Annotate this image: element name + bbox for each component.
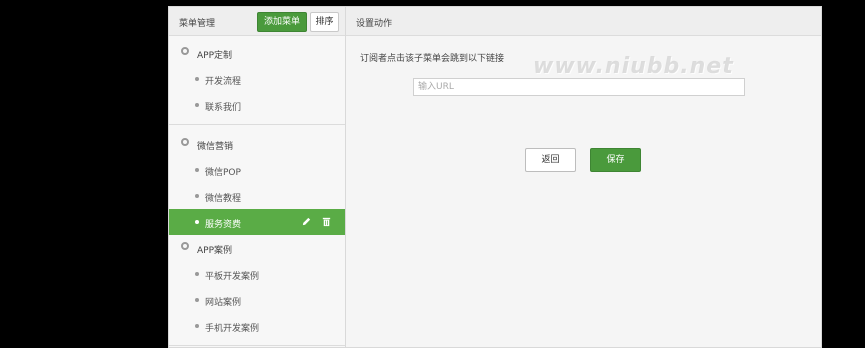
menu-sidebar: 菜单管理 添加菜单 排序 APP定制 开发流程 联系我们 微信营销 微信POP …: [169, 7, 346, 347]
url-input[interactable]: [413, 78, 745, 96]
edit-icon[interactable]: [301, 216, 312, 227]
menu-group-wechat-marketing: 微信营销 微信POP 微信教程 服务资费: [169, 131, 345, 235]
menu-item[interactable]: 网站案例: [169, 287, 345, 313]
menu-group-label: APP定制: [197, 51, 233, 61]
bullet-icon: [195, 298, 199, 302]
menu-item-label: 微信POP: [205, 168, 241, 178]
menu-item[interactable]: 平板开发案例: [169, 261, 345, 287]
menu-item-label: 服务资费: [205, 220, 242, 230]
divider: [169, 124, 345, 125]
sort-button[interactable]: 排序: [310, 12, 339, 32]
menu-item[interactable]: 微信教程: [169, 183, 345, 209]
menu-group-label: 微信营销: [197, 142, 234, 152]
menu-group-label: APP案例: [197, 246, 233, 256]
back-button[interactable]: 返回: [525, 148, 576, 172]
add-menu-button[interactable]: 添加菜单: [257, 12, 307, 32]
menu-item[interactable]: 微信POP: [169, 157, 345, 183]
menu-group-app-cases: APP案例 平板开发案例 网站案例 手机开发案例: [169, 235, 345, 339]
bullet-icon: [195, 194, 199, 198]
menu-item-active[interactable]: 服务资费: [169, 209, 345, 235]
menu-group-app-custom: APP定制 开发流程 联系我们: [169, 40, 345, 118]
bullet-icon: [195, 77, 199, 81]
bullet-icon: [195, 220, 199, 224]
menu-item-label: 手机开发案例: [205, 324, 260, 334]
bullet-icon: [195, 168, 199, 172]
gear-icon: [181, 242, 189, 250]
menu-group-header[interactable]: APP定制: [169, 40, 345, 66]
menu-item-label: 微信教程: [205, 194, 242, 204]
sidebar-header: 菜单管理 添加菜单 排序: [169, 7, 345, 36]
page-title: 设置动作: [356, 19, 393, 29]
menu-group-header[interactable]: 微信营销: [169, 131, 345, 157]
menu-item-label: 开发流程: [205, 77, 242, 87]
trash-icon[interactable]: [321, 216, 332, 227]
sidebar-title: 菜单管理: [179, 19, 216, 29]
menu-item[interactable]: 手机开发案例: [169, 313, 345, 339]
menu-item[interactable]: 联系我们: [169, 92, 345, 118]
bullet-icon: [195, 103, 199, 107]
save-button[interactable]: 保存: [590, 148, 641, 172]
watermark: www.niubb.net: [533, 54, 734, 79]
menu-item-label: 联系我们: [205, 103, 242, 113]
menu-item-label: 平板开发案例: [205, 272, 260, 282]
menu-group-header[interactable]: APP案例: [169, 235, 345, 261]
gear-icon: [181, 47, 189, 55]
divider: [169, 345, 345, 346]
link-hint-text: 订阅者点击该子菜单会跳到以下链接: [360, 54, 505, 64]
menu-item[interactable]: 开发流程: [169, 66, 345, 92]
main-header: 设置动作: [346, 7, 821, 36]
gear-icon: [181, 138, 189, 146]
menu-item-label: 网站案例: [205, 298, 242, 308]
bullet-icon: [195, 272, 199, 276]
bullet-icon: [195, 324, 199, 328]
